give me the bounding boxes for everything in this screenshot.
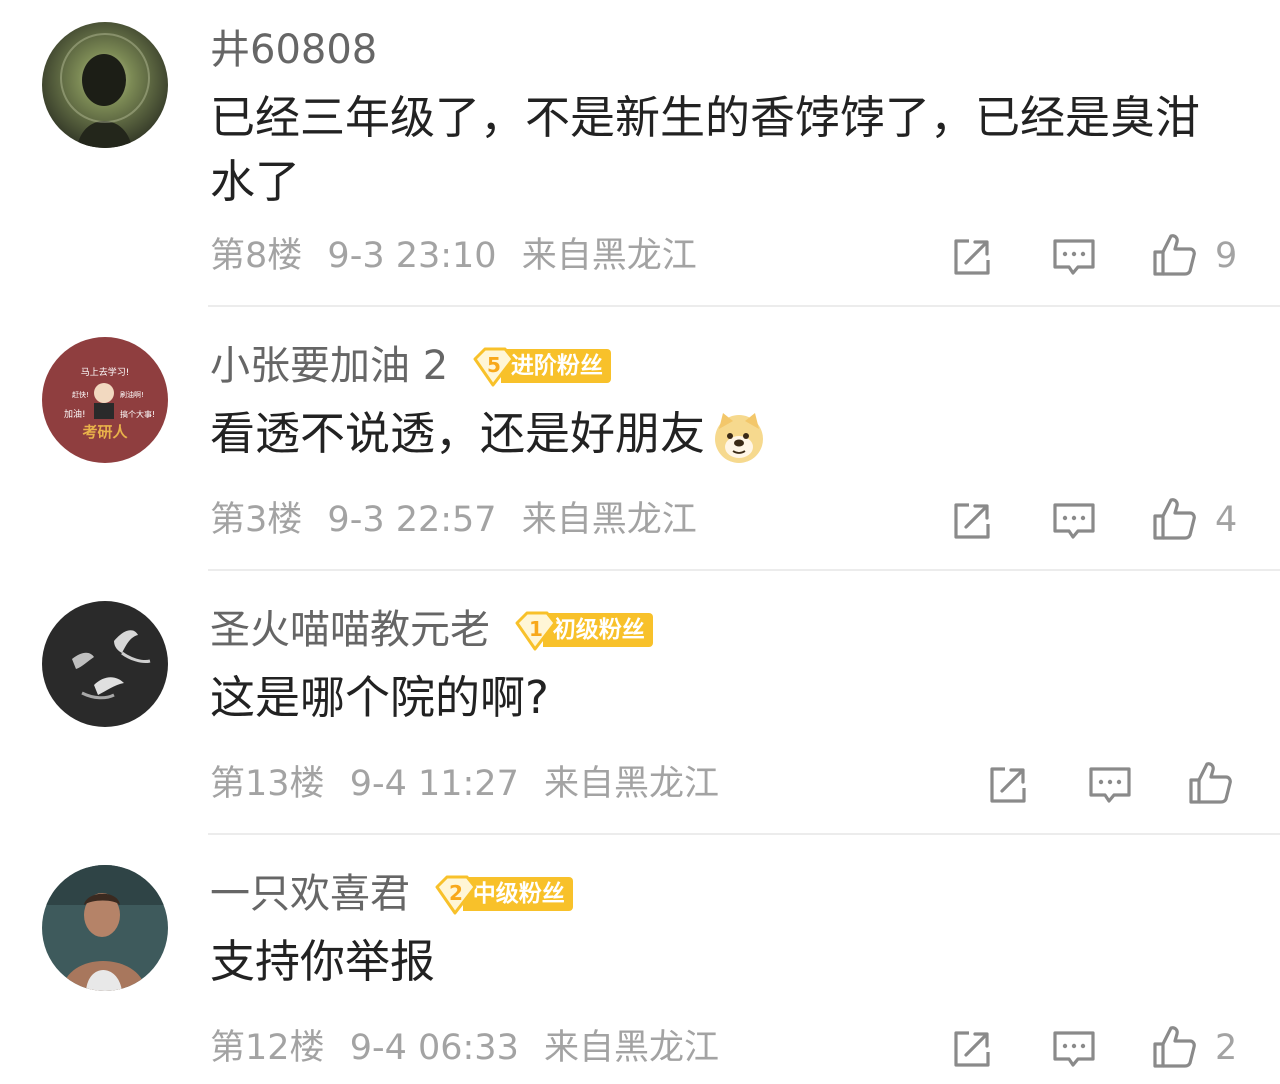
share-icon[interactable]	[949, 1026, 995, 1076]
fan-badge[interactable]: 1 初级粉丝	[513, 610, 653, 651]
svg-text:刷油啊!: 刷油啊!	[120, 390, 144, 399]
avatar[interactable]	[42, 22, 168, 148]
reply-icon[interactable]	[1051, 234, 1097, 284]
badge-label: 进阶粉丝	[500, 349, 611, 383]
thumbs-up-icon[interactable]	[1151, 232, 1197, 282]
thumbs-up-icon[interactable]	[1187, 760, 1233, 810]
timestamp: 9-3 23:10	[327, 236, 497, 276]
location: 来自黑龙江	[521, 500, 697, 540]
share-icon[interactable]	[949, 498, 995, 548]
comment-text: 支持你举报	[210, 935, 436, 988]
badge-label: 初级粉丝	[542, 613, 653, 647]
like-count: 9	[1215, 236, 1238, 276]
like-count: 2	[1215, 1028, 1238, 1068]
fan-badge[interactable]: 5 进阶粉丝	[471, 346, 611, 387]
reply-icon[interactable]	[1051, 498, 1097, 548]
avatar[interactable]	[42, 601, 168, 727]
location: 来自黑龙江	[521, 236, 697, 276]
divider	[208, 833, 1280, 835]
floor-number: 第8楼	[210, 236, 303, 276]
timestamp: 9-3 22:57	[327, 500, 497, 540]
svg-text:5: 5	[487, 353, 501, 377]
divider	[208, 305, 1280, 307]
svg-text:1: 1	[529, 617, 543, 641]
badge-level-icon: 5	[471, 346, 515, 387]
avatar-text: 马上去学习!	[81, 366, 130, 378]
floor-number: 第13楼	[210, 764, 325, 804]
avatar[interactable]	[42, 865, 168, 991]
reply-icon[interactable]	[1051, 1026, 1097, 1076]
floor-number: 第12楼	[210, 1028, 325, 1068]
fan-badge[interactable]: 2 中级粉丝	[433, 874, 573, 915]
thumbs-up-icon[interactable]	[1151, 1024, 1197, 1074]
location: 来自黑龙江	[543, 764, 719, 804]
svg-text:赶快!: 赶快!	[72, 390, 89, 399]
badge-label: 中级粉丝	[462, 877, 573, 911]
floor-number: 第3楼	[210, 500, 303, 540]
username[interactable]: 井60808	[210, 20, 377, 78]
username[interactable]: 一只欢喜君 2 中级粉丝	[210, 864, 573, 922]
avatar[interactable]: 马上去学习! 赶快! 刷油啊! 加油! 搞个大事! 考研人	[42, 337, 168, 463]
username[interactable]: 小张要加油 2 5 进阶粉丝	[210, 336, 611, 394]
like-count: 4	[1215, 500, 1238, 540]
doge-emoji	[711, 409, 767, 465]
comment-text: 这是哪个院的啊?	[210, 671, 549, 724]
comment-meta: 第8楼 9-3 23:10 来自黑龙江	[210, 232, 711, 280]
timestamp: 9-4 11:27	[349, 764, 519, 804]
share-icon[interactable]	[949, 234, 995, 284]
reply-icon[interactable]	[1087, 762, 1133, 812]
divider	[208, 569, 1280, 571]
comment-meta: 第13楼 9-4 11:27 来自黑龙江	[210, 760, 733, 808]
comment-text: 看透不说透，还是好朋友	[210, 402, 1240, 466]
svg-text:搞个大事!: 搞个大事!	[120, 409, 155, 419]
timestamp: 9-4 06:33	[349, 1028, 519, 1068]
share-icon[interactable]	[985, 762, 1031, 812]
comment-meta: 第3楼 9-3 22:57 来自黑龙江	[210, 496, 711, 544]
thumbs-up-icon[interactable]	[1151, 496, 1197, 546]
username[interactable]: 圣火喵喵教元老 1 初级粉丝	[210, 600, 653, 658]
svg-text:2: 2	[449, 881, 463, 905]
svg-text:考研人: 考研人	[82, 423, 128, 441]
comment-text: 已经三年级了，不是新生的香饽饽了，已经是臭泔水了	[210, 91, 1201, 208]
comment-meta: 第12楼 9-4 06:33 来自黑龙江	[210, 1024, 733, 1072]
svg-text:加油!: 加油!	[64, 408, 86, 420]
badge-level-icon: 2	[433, 874, 477, 915]
badge-level-icon: 1	[513, 610, 557, 651]
location: 来自黑龙江	[543, 1028, 719, 1068]
